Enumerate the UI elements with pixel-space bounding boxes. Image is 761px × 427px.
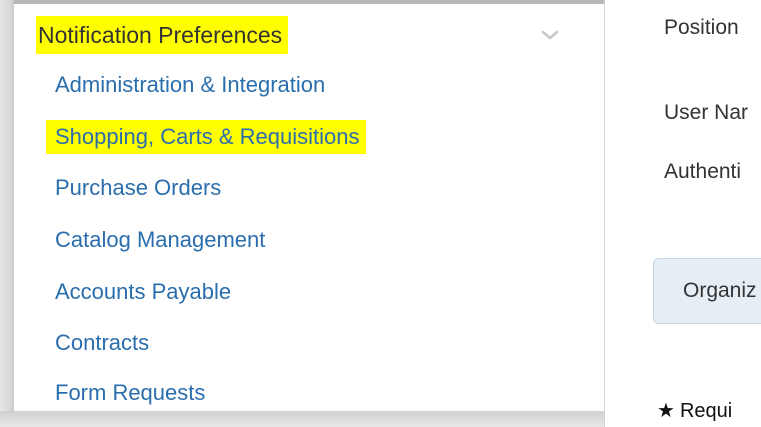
sidebar-item-shopping-carts-requisitions[interactable]: Shopping, Carts & Requisitions <box>46 120 366 154</box>
profile-main-panel: Position User Nar Authenti Organiz ★ Requ… <box>605 0 761 427</box>
section-title-notification-preferences[interactable]: Notification Preferences <box>36 16 289 54</box>
sidebar-item-form-requests[interactable]: Form Requests <box>55 376 205 410</box>
sidebar-item-administration-integration[interactable]: Administration & Integration <box>55 68 325 102</box>
sidebar-item-accounts-payable[interactable]: Accounts Payable <box>55 275 231 309</box>
organization-box[interactable]: Organiz <box>653 258 761 324</box>
sidebar-item-contracts[interactable]: Contracts <box>55 326 149 360</box>
user-name-label: User Nar <box>664 101 749 124</box>
window-bottom-border <box>0 411 605 427</box>
window-left-border <box>0 0 14 427</box>
position-label: Position <box>664 16 739 39</box>
required-note: ★ Requi <box>657 398 732 423</box>
star-icon: ★ <box>657 400 675 422</box>
sidebar-item-purchase-orders[interactable]: Purchase Orders <box>55 171 221 205</box>
required-label: Requi <box>679 400 733 422</box>
organization-label: Organiz <box>683 279 757 302</box>
sidebar-item-catalog-management[interactable]: Catalog Management <box>55 223 265 257</box>
authentication-label: Authenti <box>664 160 742 183</box>
chevron-down-icon[interactable] <box>540 25 560 45</box>
app-window: Notification Preferences Administration … <box>0 0 761 427</box>
